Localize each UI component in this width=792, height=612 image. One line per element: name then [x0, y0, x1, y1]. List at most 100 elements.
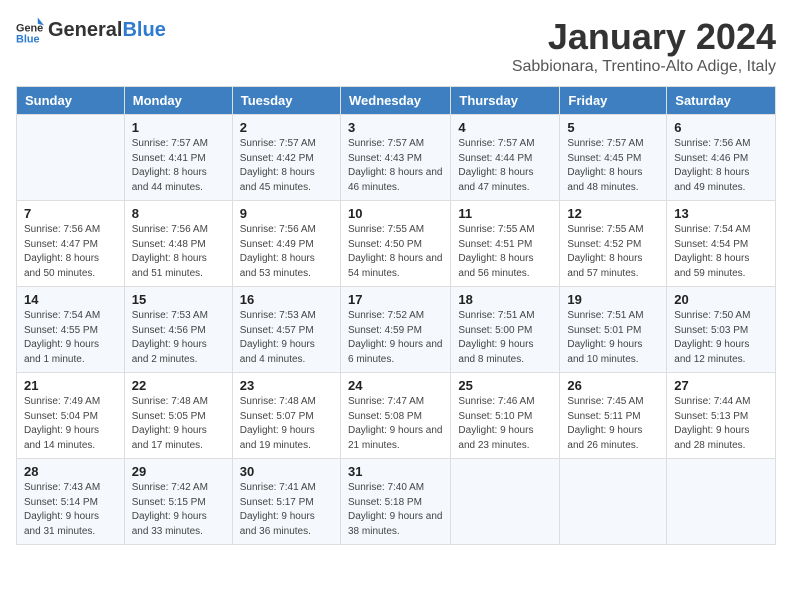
calendar-cell: 22 Sunrise: 7:48 AMSunset: 5:05 PMDayligh… — [124, 373, 232, 459]
day-info: Sunrise: 7:47 AMSunset: 5:08 PMDaylight:… — [348, 395, 443, 453]
day-info: Sunrise: 7:51 AMSunset: 5:01 PMDaylight:… — [567, 309, 659, 367]
day-info: Sunrise: 7:48 AMSunset: 5:07 PMDaylight:… — [240, 395, 333, 453]
calendar-cell: 24Sunrise: 7:47 AMSunset: 5:08 PMDayligh… — [340, 373, 450, 459]
day-number: 13 — [674, 206, 768, 221]
day-info: Sunrise: 7:48 AMSunset: 5:05 PMDaylight:… — [132, 395, 225, 453]
day-info: Sunrise: 7:41 AMSunset: 5:17 PMDaylight:… — [240, 481, 333, 539]
calendar-cell — [560, 459, 667, 545]
calendar-cell: 8 Sunrise: 7:56 AMSunset: 4:48 PMDaylight… — [124, 201, 232, 287]
calendar-cell: 7 Sunrise: 7:56 AMSunset: 4:47 PMDaylight… — [17, 201, 125, 287]
weekday-header-thursday: Thursday — [451, 87, 560, 115]
day-info: Sunrise: 7:56 AMSunset: 4:48 PMDaylight:… — [132, 223, 225, 281]
calendar-cell — [451, 459, 560, 545]
calendar-cell: 4Sunrise: 7:57 AMSunset: 4:44 PMDaylight… — [451, 115, 560, 201]
weekday-header-wednesday: Wednesday — [340, 87, 450, 115]
calendar-cell: 26 Sunrise: 7:45 AMSunset: 5:11 PMDayligh… — [560, 373, 667, 459]
calendar-cell: 27 Sunrise: 7:44 AMSunset: 5:13 PMDayligh… — [667, 373, 776, 459]
calendar-cell: 5 Sunrise: 7:57 AMSunset: 4:45 PMDaylight… — [560, 115, 667, 201]
day-number: 31 — [348, 464, 443, 479]
weekday-header-row: SundayMondayTuesdayWednesdayThursdayFrid… — [17, 87, 776, 115]
day-number: 2 — [240, 120, 333, 135]
calendar-cell — [17, 115, 125, 201]
day-info: Sunrise: 7:56 AMSunset: 4:46 PMDaylight:… — [674, 137, 768, 195]
day-info: Sunrise: 7:51 AMSunset: 5:00 PMDaylight:… — [458, 309, 552, 367]
day-info: Sunrise: 7:42 AMSunset: 5:15 PMDaylight:… — [132, 481, 225, 539]
day-number: 22 — [132, 378, 225, 393]
day-number: 11 — [458, 206, 552, 221]
logo-icon: General Blue — [16, 16, 44, 44]
day-info: Sunrise: 7:55 AMSunset: 4:51 PMDaylight:… — [458, 223, 552, 281]
calendar-cell: 6 Sunrise: 7:56 AMSunset: 4:46 PMDaylight… — [667, 115, 776, 201]
day-info: Sunrise: 7:45 AMSunset: 5:11 PMDaylight:… — [567, 395, 659, 453]
day-info: Sunrise: 7:43 AMSunset: 5:14 PMDaylight:… — [24, 481, 117, 539]
calendar-cell: 3Sunrise: 7:57 AMSunset: 4:43 PMDaylight… — [340, 115, 450, 201]
day-number: 18 — [458, 292, 552, 307]
calendar-cell: 17 Sunrise: 7:52 AMSunset: 4:59 PMDayligh… — [340, 287, 450, 373]
calendar-cell: 31 Sunrise: 7:40 AMSunset: 5:18 PMDayligh… — [340, 459, 450, 545]
day-info: Sunrise: 7:57 AMSunset: 4:43 PMDaylight:… — [348, 137, 443, 195]
header: General Blue GeneralBlue January 2024 Sa… — [16, 16, 776, 76]
day-info: Sunrise: 7:52 AMSunset: 4:59 PMDaylight:… — [348, 309, 443, 367]
day-number: 14 — [24, 292, 117, 307]
day-number: 10 — [348, 206, 443, 221]
title-section: January 2024 Sabbionara, Trentino-Alto A… — [512, 16, 776, 76]
day-info: Sunrise: 7:53 AMSunset: 4:57 PMDaylight:… — [240, 309, 333, 367]
calendar-cell: 11 Sunrise: 7:55 AMSunset: 4:51 PMDayligh… — [451, 201, 560, 287]
day-number: 28 — [24, 464, 117, 479]
day-number: 9 — [240, 206, 333, 221]
calendar-cell: 18 Sunrise: 7:51 AMSunset: 5:00 PMDayligh… — [451, 287, 560, 373]
day-number: 21 — [24, 378, 117, 393]
calendar-cell: 29 Sunrise: 7:42 AMSunset: 5:15 PMDayligh… — [124, 459, 232, 545]
day-number: 8 — [132, 206, 225, 221]
calendar-cell: 21 Sunrise: 7:49 AMSunset: 5:04 PMDayligh… — [17, 373, 125, 459]
day-info: Sunrise: 7:56 AMSunset: 4:49 PMDaylight:… — [240, 223, 333, 281]
weekday-header-tuesday: Tuesday — [232, 87, 340, 115]
day-number: 26 — [567, 378, 659, 393]
calendar-cell: 28 Sunrise: 7:43 AMSunset: 5:14 PMDayligh… — [17, 459, 125, 545]
calendar-cell: 2Sunrise: 7:57 AMSunset: 4:42 PMDaylight… — [232, 115, 340, 201]
day-number: 5 — [567, 120, 659, 135]
weekday-header-monday: Monday — [124, 87, 232, 115]
day-info: Sunrise: 7:49 AMSunset: 5:04 PMDaylight:… — [24, 395, 117, 453]
day-info: Sunrise: 7:57 AMSunset: 4:45 PMDaylight:… — [567, 137, 659, 195]
day-info: Sunrise: 7:54 AMSunset: 4:55 PMDaylight:… — [24, 309, 117, 367]
day-info: Sunrise: 7:56 AMSunset: 4:47 PMDaylight:… — [24, 223, 117, 281]
logo-blue: Blue — [122, 19, 165, 42]
day-number: 20 — [674, 292, 768, 307]
day-number: 23 — [240, 378, 333, 393]
day-info: Sunrise: 7:55 AMSunset: 4:50 PMDaylight:… — [348, 223, 443, 281]
weekday-header-saturday: Saturday — [667, 87, 776, 115]
calendar-cell: 19Sunrise: 7:51 AMSunset: 5:01 PMDayligh… — [560, 287, 667, 373]
day-number: 6 — [674, 120, 768, 135]
week-row-4: 21 Sunrise: 7:49 AMSunset: 5:04 PMDayligh… — [17, 373, 776, 459]
svg-text:Blue: Blue — [16, 33, 40, 44]
month-title: January 2024 — [512, 16, 776, 58]
day-number: 25 — [458, 378, 552, 393]
day-info: Sunrise: 7:53 AMSunset: 4:56 PMDaylight:… — [132, 309, 225, 367]
day-number: 16 — [240, 292, 333, 307]
week-row-2: 7 Sunrise: 7:56 AMSunset: 4:47 PMDaylight… — [17, 201, 776, 287]
day-info: Sunrise: 7:55 AMSunset: 4:52 PMDaylight:… — [567, 223, 659, 281]
calendar-cell: 15 Sunrise: 7:53 AMSunset: 4:56 PMDayligh… — [124, 287, 232, 373]
calendar-cell — [667, 459, 776, 545]
calendar-cell: 14 Sunrise: 7:54 AMSunset: 4:55 PMDayligh… — [17, 287, 125, 373]
day-info: Sunrise: 7:50 AMSunset: 5:03 PMDaylight:… — [674, 309, 768, 367]
day-number: 17 — [348, 292, 443, 307]
day-info: Sunrise: 7:44 AMSunset: 5:13 PMDaylight:… — [674, 395, 768, 453]
week-row-5: 28 Sunrise: 7:43 AMSunset: 5:14 PMDayligh… — [17, 459, 776, 545]
weekday-header-sunday: Sunday — [17, 87, 125, 115]
calendar-cell: 9 Sunrise: 7:56 AMSunset: 4:49 PMDaylight… — [232, 201, 340, 287]
day-number: 27 — [674, 378, 768, 393]
day-number: 12 — [567, 206, 659, 221]
day-number: 29 — [132, 464, 225, 479]
day-number: 4 — [458, 120, 552, 135]
day-info: Sunrise: 7:40 AMSunset: 5:18 PMDaylight:… — [348, 481, 443, 539]
logo-general: General — [48, 19, 122, 42]
day-info: Sunrise: 7:54 AMSunset: 4:54 PMDaylight:… — [674, 223, 768, 281]
day-number: 30 — [240, 464, 333, 479]
day-info: Sunrise: 7:57 AMSunset: 4:41 PMDaylight:… — [132, 137, 225, 195]
calendar-cell: 16 Sunrise: 7:53 AMSunset: 4:57 PMDayligh… — [232, 287, 340, 373]
day-number: 15 — [132, 292, 225, 307]
calendar-cell: 12 Sunrise: 7:55 AMSunset: 4:52 PMDayligh… — [560, 201, 667, 287]
day-number: 7 — [24, 206, 117, 221]
